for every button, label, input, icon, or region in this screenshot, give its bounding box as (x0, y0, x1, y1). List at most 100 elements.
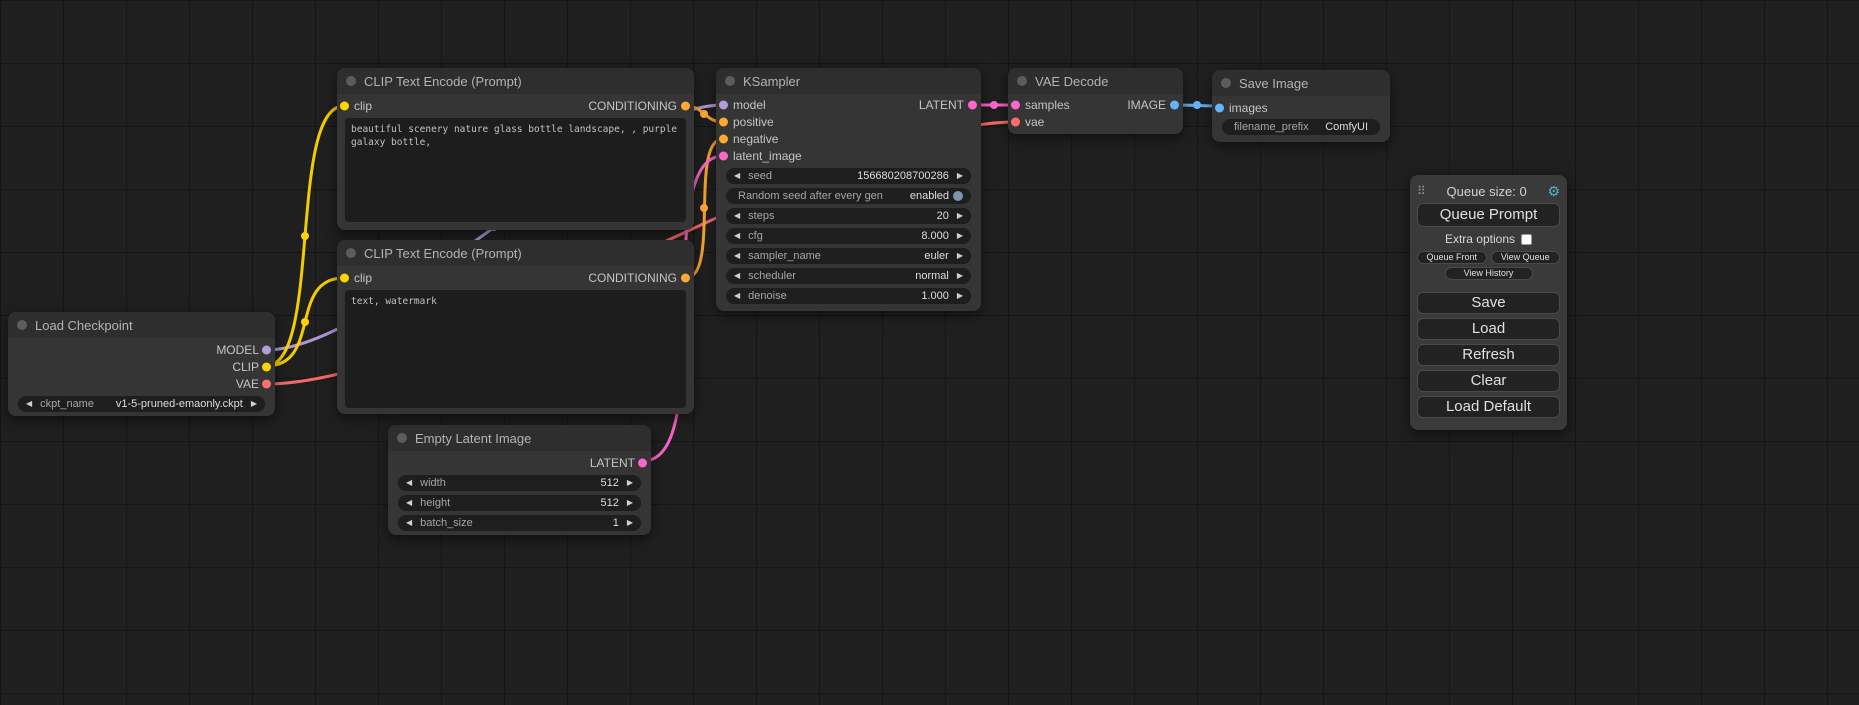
node-ksampler[interactable]: KSampler model LATENT positive negative … (716, 68, 981, 311)
increment-icon[interactable]: ▶ (627, 499, 633, 507)
output-slot-model[interactable]: MODEL (8, 341, 275, 358)
slot-label: vae (1025, 115, 1044, 129)
widget-value: normal (915, 268, 949, 284)
increment-icon[interactable]: ▶ (957, 292, 963, 300)
decrement-icon[interactable]: ◀ (406, 479, 412, 487)
next-value-icon[interactable]: ▶ (251, 400, 257, 408)
refresh-button[interactable]: Refresh (1417, 344, 1560, 366)
negative-prompt-textarea[interactable]: text, watermark (345, 290, 686, 408)
model-output-dot[interactable] (262, 345, 271, 354)
latent-image-input-dot[interactable] (719, 151, 728, 160)
queue-prompt-button[interactable]: Queue Prompt (1417, 203, 1560, 227)
conditioning-output-dot[interactable] (681, 102, 690, 111)
increment-icon[interactable]: ▶ (627, 479, 633, 487)
increment-icon[interactable]: ▶ (957, 212, 963, 220)
ckpt-name-widget[interactable]: ◀ ckpt_name v1-5-pruned-emaonly.ckpt ▶ (18, 396, 265, 412)
input-slot-images[interactable]: images (1212, 99, 1390, 116)
decrement-icon[interactable]: ◀ (406, 519, 412, 527)
sampler-name-widget[interactable]: ◀ sampler_name euler ▶ (726, 248, 971, 264)
input-slot-latent-image[interactable]: latent_image (716, 147, 981, 164)
node-graph-canvas[interactable]: Load Checkpoint MODEL CLIP VAE ◀ ckpt_na… (0, 0, 1859, 705)
node-header[interactable]: CLIP Text Encode (Prompt) (337, 240, 694, 266)
node-header[interactable]: CLIP Text Encode (Prompt) (337, 68, 694, 94)
drag-handle-icon[interactable]: ⠿ (1417, 184, 1426, 198)
collapse-dot-icon[interactable] (346, 248, 356, 258)
output-slot-latent[interactable]: LATENT (388, 454, 651, 471)
latent-output-dot[interactable] (968, 100, 977, 109)
increment-icon[interactable]: ▶ (957, 172, 963, 180)
collapse-dot-icon[interactable] (725, 76, 735, 86)
output-slot-vae[interactable]: VAE (8, 375, 275, 392)
clip-input-dot[interactable] (340, 102, 349, 111)
positive-input-dot[interactable] (719, 117, 728, 126)
collapse-dot-icon[interactable] (397, 433, 407, 443)
vae-output-dot[interactable] (262, 379, 271, 388)
input-slot-vae[interactable]: vae (1008, 113, 1183, 130)
random-seed-toggle[interactable]: Random seed after every gen enabled (726, 188, 971, 204)
negative-input-dot[interactable] (719, 134, 728, 143)
clear-button[interactable]: Clear (1417, 370, 1560, 392)
settings-gear-icon[interactable]: ⚙ (1547, 184, 1560, 198)
save-button[interactable]: Save (1417, 292, 1560, 314)
width-widget[interactable]: ◀ width 512 ▶ (398, 475, 641, 491)
node-header[interactable]: KSampler (716, 68, 981, 94)
decrement-icon[interactable]: ◀ (734, 212, 740, 220)
increment-icon[interactable]: ▶ (957, 232, 963, 240)
toggle-knob-icon[interactable] (953, 191, 963, 201)
clip-output-dot[interactable] (262, 362, 271, 371)
clip-input-dot[interactable] (340, 274, 349, 283)
collapse-dot-icon[interactable] (1017, 76, 1027, 86)
next-value-icon[interactable]: ▶ (957, 272, 963, 280)
node-header[interactable]: Save Image (1212, 70, 1390, 96)
node-header[interactable]: Load Checkpoint (8, 312, 275, 338)
increment-icon[interactable]: ▶ (627, 519, 633, 527)
node-load-checkpoint[interactable]: Load Checkpoint MODEL CLIP VAE ◀ ckpt_na… (8, 312, 275, 416)
decrement-icon[interactable]: ◀ (734, 292, 740, 300)
cfg-widget[interactable]: ◀ cfg 8.000 ▶ (726, 228, 971, 244)
vae-input-dot[interactable] (1011, 117, 1020, 126)
images-input-dot[interactable] (1215, 103, 1224, 112)
node-vae-decode[interactable]: VAE Decode samples IMAGE vae (1008, 68, 1183, 134)
queue-front-button[interactable]: Queue Front (1417, 251, 1487, 264)
node-save-image[interactable]: Save Image images filename_prefix ComfyU… (1212, 70, 1390, 142)
view-queue-button[interactable]: View Queue (1491, 251, 1561, 264)
next-value-icon[interactable]: ▶ (957, 252, 963, 260)
collapse-dot-icon[interactable] (1221, 78, 1231, 88)
collapse-dot-icon[interactable] (346, 76, 356, 86)
denoise-widget[interactable]: ◀ denoise 1.000 ▶ (726, 288, 971, 304)
node-clip-text-encode-negative[interactable]: CLIP Text Encode (Prompt) clip CONDITION… (337, 240, 694, 414)
batch-size-widget[interactable]: ◀ batch_size 1 ▶ (398, 515, 641, 531)
filename-prefix-widget[interactable]: filename_prefix ComfyUI (1222, 119, 1380, 135)
prev-value-icon[interactable]: ◀ (26, 400, 32, 408)
prev-value-icon[interactable]: ◀ (734, 272, 740, 280)
node-header[interactable]: VAE Decode (1008, 68, 1183, 94)
queue-small-buttons-row: Queue Front View Queue (1417, 251, 1560, 264)
decrement-icon[interactable]: ◀ (734, 232, 740, 240)
input-slot-negative[interactable]: negative (716, 130, 981, 147)
node-clip-text-encode-positive[interactable]: CLIP Text Encode (Prompt) clip CONDITION… (337, 68, 694, 230)
node-header[interactable]: Empty Latent Image (388, 425, 651, 451)
view-history-button[interactable]: View History (1445, 267, 1533, 280)
conditioning-output-dot[interactable] (681, 274, 690, 283)
output-slot-clip[interactable]: CLIP (8, 358, 275, 375)
positive-prompt-textarea[interactable]: beautiful scenery nature glass bottle la… (345, 118, 686, 222)
node-title: KSampler (743, 74, 800, 89)
input-slot-positive[interactable]: positive (716, 113, 981, 130)
prev-value-icon[interactable]: ◀ (734, 252, 740, 260)
samples-input-dot[interactable] (1011, 100, 1020, 109)
steps-widget[interactable]: ◀ steps 20 ▶ (726, 208, 971, 224)
scheduler-widget[interactable]: ◀ scheduler normal ▶ (726, 268, 971, 284)
collapse-dot-icon[interactable] (17, 320, 27, 330)
decrement-icon[interactable]: ◀ (406, 499, 412, 507)
node-empty-latent-image[interactable]: Empty Latent Image LATENT ◀ width 512 ▶ … (388, 425, 651, 535)
load-button[interactable]: Load (1417, 318, 1560, 340)
slot-label: LATENT (590, 456, 635, 470)
load-default-button[interactable]: Load Default (1417, 396, 1560, 418)
extra-options-checkbox[interactable] (1521, 234, 1532, 245)
model-input-dot[interactable] (719, 100, 728, 109)
latent-output-dot[interactable] (638, 458, 647, 467)
height-widget[interactable]: ◀ height 512 ▶ (398, 495, 641, 511)
image-output-dot[interactable] (1170, 100, 1179, 109)
decrement-icon[interactable]: ◀ (734, 172, 740, 180)
seed-widget[interactable]: ◀ seed 156680208700286 ▶ (726, 168, 971, 184)
